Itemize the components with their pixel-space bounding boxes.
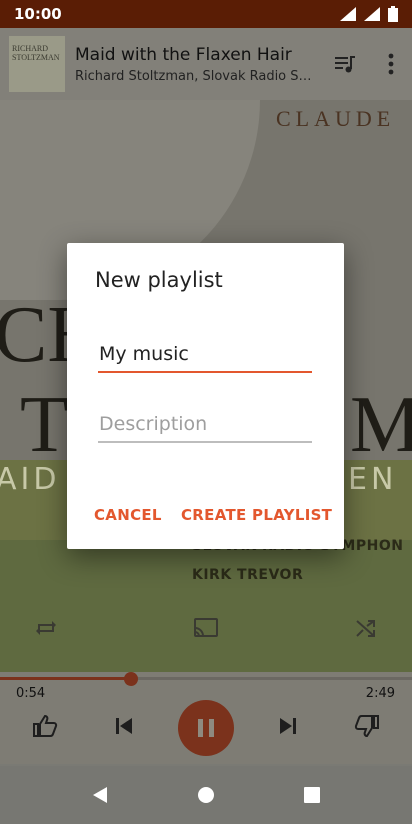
cast-icon[interactable] bbox=[192, 614, 220, 642]
skip-previous-icon[interactable] bbox=[108, 710, 140, 742]
playback-panel: 0:54 2:49 bbox=[0, 672, 412, 764]
recents-icon[interactable] bbox=[302, 785, 322, 805]
track-title: Maid with the Flaxen Hair bbox=[75, 44, 292, 65]
pause-button[interactable] bbox=[178, 700, 234, 756]
art-credit-2: KIRK TREVOR bbox=[192, 567, 304, 583]
now-playing-info: Maid with the Flaxen Hair Richard Stoltz… bbox=[75, 45, 319, 84]
shuffle-icon[interactable] bbox=[352, 614, 380, 642]
cancel-button[interactable]: CANCEL bbox=[94, 506, 162, 524]
description-input[interactable] bbox=[98, 413, 312, 441]
name-field-underline bbox=[98, 371, 312, 373]
signal-icon bbox=[364, 7, 380, 21]
art-band-text-left: AID bbox=[0, 462, 61, 497]
more-options-icon[interactable] bbox=[379, 52, 403, 76]
duration-time: 2:49 bbox=[365, 686, 395, 701]
status-bar: 10:00 bbox=[0, 0, 412, 28]
art-band-lower bbox=[0, 540, 412, 672]
description-field-underline bbox=[98, 441, 312, 443]
art-big-text-2: T bbox=[20, 381, 69, 469]
queue-icon[interactable] bbox=[333, 52, 357, 76]
status-time: 10:00 bbox=[14, 5, 62, 23]
pause-icon bbox=[198, 719, 214, 737]
description-field[interactable] bbox=[98, 413, 312, 443]
thumbnail-text: RICHARD STOLTZMAN bbox=[12, 44, 60, 62]
home-icon[interactable] bbox=[196, 785, 216, 805]
wifi-icon bbox=[340, 7, 356, 21]
dialog-title: New playlist bbox=[95, 268, 223, 292]
playlist-name-input[interactable] bbox=[98, 343, 312, 371]
create-playlist-button[interactable]: CREATE PLAYLIST bbox=[181, 506, 332, 524]
playlist-name-field[interactable] bbox=[98, 343, 312, 373]
art-band-text-right: EN bbox=[348, 462, 398, 497]
thumbs-up-icon[interactable] bbox=[29, 710, 61, 742]
progress-fill bbox=[0, 677, 132, 680]
back-icon[interactable] bbox=[90, 785, 110, 805]
status-icons bbox=[340, 6, 398, 22]
system-nav-bar bbox=[0, 766, 412, 824]
album-thumbnail: RICHARD STOLTZMAN bbox=[9, 36, 65, 92]
now-playing-header[interactable]: RICHARD STOLTZMAN Maid with the Flaxen H… bbox=[0, 28, 412, 100]
track-artist: Richard Stoltzman, Slovak Radio Sym... bbox=[75, 68, 319, 84]
battery-icon bbox=[388, 6, 398, 22]
elapsed-time: 0:54 bbox=[16, 686, 46, 701]
progress-knob[interactable] bbox=[124, 672, 139, 686]
new-playlist-dialog: New playlist CANCEL CREATE PLAYLIST bbox=[67, 243, 344, 549]
art-big-text-3: M bbox=[350, 381, 412, 469]
thumbs-down-icon[interactable] bbox=[351, 710, 383, 742]
skip-next-icon[interactable] bbox=[272, 710, 304, 742]
art-brand-text: CLAUDE bbox=[276, 106, 396, 131]
repeat-icon[interactable] bbox=[32, 614, 60, 642]
